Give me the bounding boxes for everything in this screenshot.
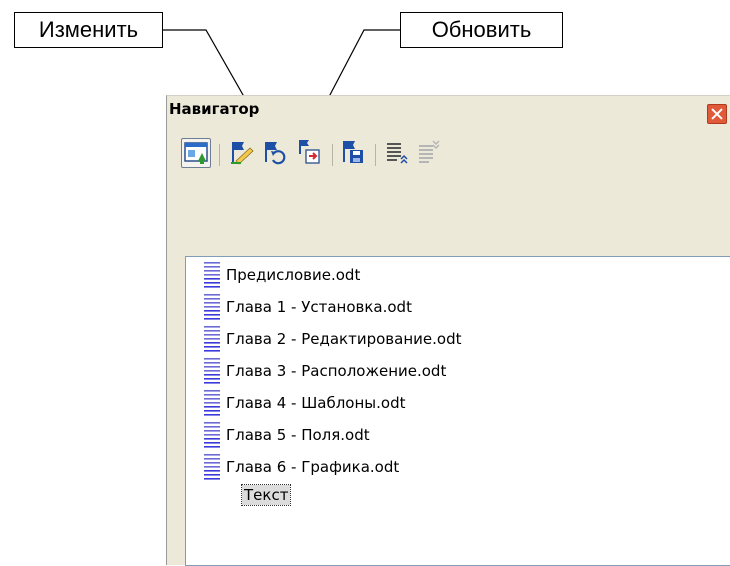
close-button[interactable] (707, 104, 727, 124)
list-item[interactable]: Глава 1 - Установка.odt (202, 293, 412, 321)
document-list[interactable]: Предисловие.odt Глава 1 - Установка.odt (185, 256, 730, 566)
document-icon (204, 454, 220, 480)
update-icon (265, 142, 286, 165)
move-down-icon (419, 140, 440, 163)
save-as-icon (343, 141, 363, 163)
text-node[interactable]: Текст (240, 484, 292, 506)
navigator-title: Навигатор (169, 100, 260, 118)
list-item[interactable]: Глава 2 - Редактирование.odt (202, 325, 461, 353)
list-item[interactable]: Глава 5 - Поля.odt (202, 421, 370, 449)
toolbar-separator (375, 144, 376, 166)
insert-icon (299, 140, 320, 164)
save-as-button[interactable] (339, 138, 369, 168)
document-label: Глава 5 - Поля.odt (226, 426, 370, 444)
navigator-window: Навигатор Предисловие.odt Глава 1 - Уста… (166, 95, 730, 566)
list-item[interactable]: Предисловие.odt (202, 261, 360, 289)
document-label: Глава 1 - Установка.odt (226, 298, 412, 316)
toolbar-separator (219, 144, 220, 166)
insert-button[interactable] (295, 138, 325, 168)
document-icon (204, 262, 220, 288)
callout-edit: Изменить (14, 12, 163, 48)
document-label: Глава 2 - Редактирование.odt (226, 330, 462, 348)
toolbar-separator (332, 144, 333, 166)
document-label: Глава 6 - Графика.odt (226, 458, 400, 476)
move-up-button[interactable] (383, 138, 413, 168)
document-label: Глава 4 - Шаблоны.odt (226, 394, 406, 412)
update-button[interactable] (260, 138, 290, 168)
document-icon (204, 390, 220, 416)
document-label: Глава 3 - Расположение.odt (226, 362, 447, 380)
callout-update: Обновить (400, 12, 563, 48)
move-up-icon (387, 143, 408, 164)
toggle-icon (184, 142, 208, 164)
document-icon (204, 358, 220, 384)
document-icon (204, 422, 220, 448)
toggle-button[interactable] (181, 138, 211, 168)
list-item[interactable]: Глава 4 - Шаблоны.odt (202, 389, 405, 417)
list-item[interactable]: Глава 6 - Графика.odt (202, 453, 399, 481)
edit-icon (231, 142, 254, 165)
document-icon (204, 294, 220, 320)
move-down-button[interactable] (415, 138, 445, 168)
document-label: Предисловие.odt (226, 266, 361, 284)
list-item[interactable]: Глава 3 - Расположение.odt (202, 357, 446, 385)
document-icon (204, 326, 220, 352)
edit-button[interactable] (227, 138, 257, 168)
